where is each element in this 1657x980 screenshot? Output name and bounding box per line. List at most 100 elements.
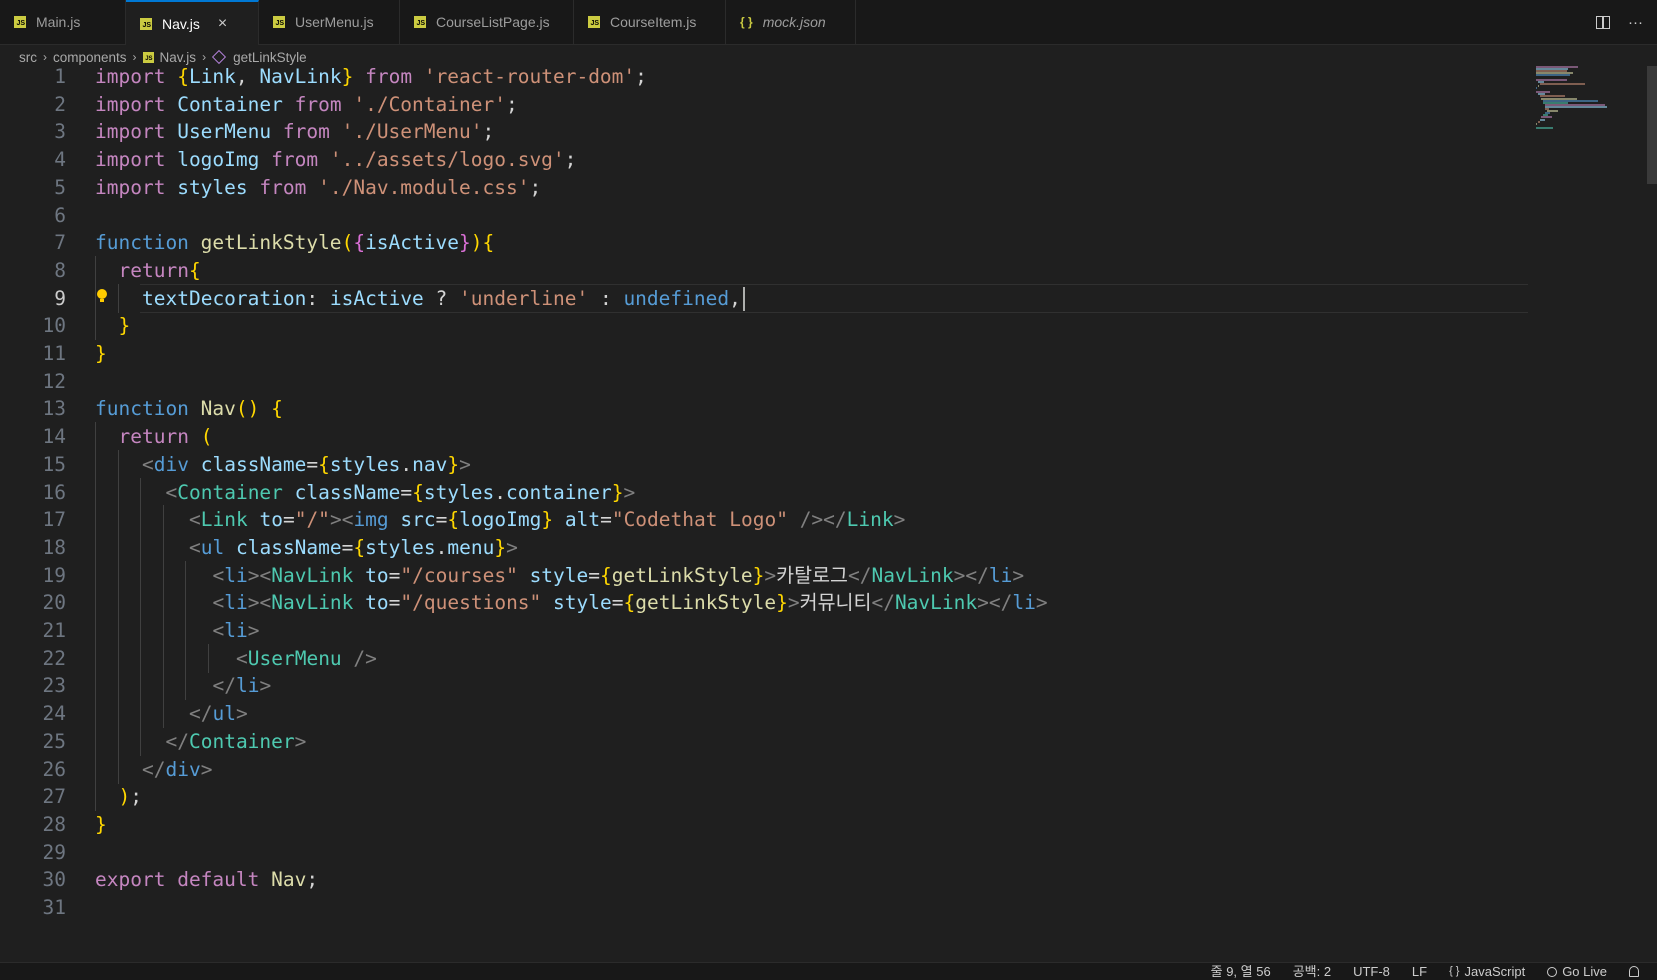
- code-line[interactable]: 2 import Container from './Container';: [0, 90, 1528, 119]
- code-text: </Container>: [165, 729, 307, 753]
- code-line[interactable]: 14 return (: [0, 422, 1528, 452]
- code-line[interactable]: 11}: [0, 339, 1528, 368]
- minimap-line: [1536, 126, 1554, 129]
- line-number: 31: [42, 896, 66, 919]
- tab-label: Main.js: [36, 14, 81, 30]
- line-number: 3: [54, 120, 66, 144]
- method-symbol-icon: [211, 49, 227, 65]
- tab-usermenu-js[interactable]: JS UserMenu.js: [259, 0, 400, 44]
- code-text: <div className={styles.nav}>: [142, 452, 471, 476]
- tab-main-js[interactable]: JS Main.js: [0, 0, 126, 44]
- code-line[interactable]: 26 </div>: [0, 754, 1528, 784]
- minimap[interactable]: [1536, 66, 1640, 962]
- more-actions-icon[interactable]: ···: [1628, 14, 1643, 31]
- line-number: 6: [54, 203, 66, 227]
- code-line[interactable]: 8 return{: [0, 255, 1528, 285]
- chevron-right-icon: ›: [132, 50, 137, 64]
- scrollbar-thumb[interactable]: [1647, 66, 1657, 184]
- code-text: );: [118, 785, 143, 809]
- code-line[interactable]: 31: [0, 893, 1528, 922]
- javascript-file-icon: JS: [273, 16, 285, 28]
- javascript-file-icon: JS: [588, 16, 600, 28]
- line-number: 29: [42, 840, 66, 864]
- code-editor[interactable]: 1 import {Link, NavLink} from 'react-rout…: [0, 66, 1640, 962]
- status-indentation[interactable]: 공백: 2: [1293, 963, 1331, 980]
- code-text: import {Link, NavLink} from 'react-route…: [95, 66, 647, 88]
- line-number: 19: [42, 563, 66, 587]
- code-line[interactable]: 28}: [0, 810, 1528, 839]
- line-number: 5: [54, 175, 66, 199]
- status-eol[interactable]: LF: [1412, 963, 1427, 980]
- lightbulb-icon[interactable]: [97, 288, 107, 303]
- status-bar: 줄 9, 열 56 공백: 2 UTF-8 LF { } JavaScript …: [0, 962, 1657, 980]
- line-number: 7: [54, 231, 66, 255]
- line-number: 13: [42, 397, 66, 421]
- code-text: export default Nav;: [95, 868, 319, 892]
- code-line[interactable]: 25 </Container>: [0, 726, 1528, 756]
- line-number: 1: [54, 66, 66, 88]
- code-text: import styles from './Nav.module.css';: [95, 175, 542, 199]
- code-line[interactable]: 16 <Container className={styles.containe…: [0, 477, 1528, 507]
- code-line[interactable]: 24 </ul>: [0, 699, 1528, 729]
- code-line[interactable]: 6: [0, 201, 1528, 230]
- tab-mock-json[interactable]: { } mock.json: [726, 0, 856, 44]
- code-line[interactable]: 17 <Link to="/"><img src={logoImg} alt="…: [0, 505, 1528, 535]
- minimap-line: [1537, 84, 1539, 87]
- code-line[interactable]: 13 function Nav() {: [0, 394, 1528, 423]
- code-text: return (: [118, 425, 213, 449]
- split-editor-icon[interactable]: [1596, 15, 1610, 29]
- tab-courselistpage-js[interactable]: JS CourseListPage.js: [400, 0, 574, 44]
- code-text: function Nav() {: [95, 397, 283, 421]
- code-line[interactable]: 30 export default Nav;: [0, 865, 1528, 894]
- line-number: 26: [42, 757, 66, 781]
- editor-tab-bar: JS Main.js JS Nav.js × JS UserMenu.js JS…: [0, 0, 1657, 45]
- minimap-line: [1536, 74, 1571, 77]
- code-text: import UserMenu from './UserMenu';: [95, 120, 495, 144]
- line-number: 15: [42, 452, 66, 476]
- tab-label: mock.json: [762, 14, 826, 30]
- chevron-right-icon: ›: [43, 50, 47, 64]
- status-encoding[interactable]: UTF-8: [1353, 963, 1390, 980]
- status-cursor-position[interactable]: 줄 9, 열 56: [1211, 963, 1271, 980]
- code-line[interactable]: 29: [0, 838, 1528, 867]
- code-line[interactable]: 7 function getLinkStyle({isActive}){: [0, 228, 1528, 257]
- status-language[interactable]: { } JavaScript: [1449, 963, 1525, 980]
- line-number: 17: [42, 508, 66, 532]
- code-line[interactable]: 21 <li>: [0, 616, 1528, 645]
- tab-courseitem-js[interactable]: JS CourseItem.js: [574, 0, 726, 44]
- code-line[interactable]: 20 <li><NavLink to="/questions" style={g…: [0, 588, 1528, 618]
- code-line[interactable]: 10 }: [0, 311, 1528, 341]
- chevron-right-icon: ›: [202, 50, 207, 64]
- code-line[interactable]: 4 import logoImg from '../assets/logo.svg…: [0, 145, 1528, 174]
- code-line[interactable]: 1 import {Link, NavLink} from 'react-rout…: [0, 66, 1528, 91]
- code-line[interactable]: 18 <ul className={styles.menu}>: [0, 532, 1528, 562]
- code-line[interactable]: 3 import UserMenu from './UserMenu';: [0, 117, 1528, 146]
- code-line[interactable]: 9 textDecoration: isActive ? 'underline'…: [0, 283, 1528, 313]
- status-go-live[interactable]: Go Live: [1547, 963, 1607, 980]
- line-number: 8: [54, 258, 66, 282]
- vertical-scrollbar[interactable]: [1647, 66, 1657, 962]
- code-text: </div>: [142, 757, 213, 781]
- breadcrumb-item-file[interactable]: Nav.js: [160, 50, 197, 65]
- minimap-line: [1539, 118, 1545, 121]
- line-number: 27: [42, 785, 66, 809]
- line-number: 25: [42, 729, 66, 753]
- code-text: <li>: [212, 619, 260, 642]
- code-line[interactable]: 5 import styles from './Nav.module.css';: [0, 173, 1528, 202]
- breadcrumb-item-components[interactable]: components: [53, 50, 127, 65]
- code-line[interactable]: 22 <UserMenu />: [0, 643, 1528, 673]
- tab-nav-js[interactable]: JS Nav.js ×: [126, 0, 259, 45]
- tab-label: UserMenu.js: [295, 14, 374, 30]
- close-icon[interactable]: ×: [218, 15, 227, 33]
- code-line[interactable]: 15 <div className={styles.nav}>: [0, 449, 1528, 479]
- broadcast-icon: [1547, 966, 1558, 977]
- code-text: }: [118, 314, 131, 338]
- breadcrumb-item-symbol[interactable]: getLinkStyle: [233, 50, 307, 65]
- code-line[interactable]: 12: [0, 367, 1528, 396]
- code-line[interactable]: 23 </li>: [0, 671, 1528, 701]
- breadcrumb-item-src[interactable]: src: [19, 50, 37, 65]
- notification-bell-icon[interactable]: [1629, 966, 1639, 977]
- json-file-icon: { }: [740, 15, 753, 29]
- code-line[interactable]: 19 <li><NavLink to="/courses" style={get…: [0, 560, 1528, 590]
- code-line[interactable]: 27 );: [0, 782, 1528, 812]
